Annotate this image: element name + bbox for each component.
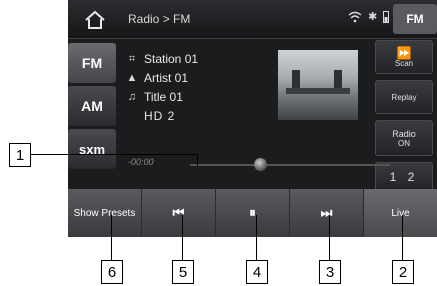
preset-page-button[interactable]: 1 2 bbox=[375, 162, 433, 192]
top-bar: Radio > FM ✱ FM bbox=[68, 0, 437, 39]
bluetooth-icon: ✱ bbox=[368, 11, 378, 23]
callout-3: 3 bbox=[319, 260, 341, 284]
replay-label: Replay bbox=[391, 92, 417, 102]
replay-slider[interactable]: -00:00 bbox=[128, 155, 390, 175]
source-badge: FM bbox=[393, 4, 437, 34]
live-button[interactable]: Live bbox=[364, 189, 437, 237]
show-presets-button[interactable]: Show Presets bbox=[68, 189, 142, 237]
callout-1-line-vertical bbox=[197, 154, 198, 166]
callout-3-line bbox=[329, 215, 330, 260]
callout-4: 4 bbox=[246, 260, 268, 284]
callout-6: 6 bbox=[101, 260, 123, 284]
scan-label: Scan bbox=[394, 58, 414, 68]
scan-button[interactable]: ⏩ Scan bbox=[375, 40, 433, 74]
home-button[interactable] bbox=[74, 6, 116, 34]
breadcrumb: Radio > FM bbox=[128, 12, 191, 26]
callout-2: 2 bbox=[392, 260, 414, 284]
track-title: Title 01 bbox=[144, 90, 183, 104]
source-tabs: FM AM sxm bbox=[68, 40, 118, 172]
preset-page-numbers: 1 2 bbox=[389, 170, 419, 184]
home-icon bbox=[85, 10, 105, 29]
elapsed-time: -00:00 bbox=[128, 157, 154, 167]
phone-battery-icon bbox=[383, 10, 390, 23]
hd-radio-label: Radio bbox=[392, 128, 416, 139]
artist-icon: ▲ bbox=[126, 72, 138, 84]
slider-thumb[interactable] bbox=[254, 158, 267, 171]
callout-2-line bbox=[402, 215, 403, 260]
callout-5: 5 bbox=[172, 260, 194, 284]
station-icon: ⌗ bbox=[128, 53, 136, 65]
callout-4-line bbox=[256, 215, 257, 260]
replay-button[interactable]: Replay bbox=[375, 80, 433, 114]
fast-forward-icon: ⏩ bbox=[396, 45, 412, 60]
previous-button[interactable]: ⏮ bbox=[142, 189, 216, 237]
slider-track bbox=[190, 164, 390, 166]
skip-forward-icon: ⏭ bbox=[320, 205, 333, 220]
now-playing-info: ⌗ Station 01 ▲ Artist 01 ♫ Title 01 HD 2 bbox=[126, 50, 199, 126]
callout-1: 1 bbox=[9, 143, 31, 167]
music-note-icon: ♫ bbox=[127, 91, 137, 103]
callout-5-line bbox=[182, 215, 183, 260]
pause-button[interactable]: ⏸ bbox=[216, 189, 290, 237]
bottom-control-bar: Show Presets ⏮ ⏸ ⏭ Live bbox=[68, 189, 437, 237]
right-button-column: ⏩ Scan Replay Radio ON 1 2 bbox=[375, 40, 435, 198]
tab-am[interactable]: AM bbox=[68, 86, 116, 126]
hd-radio-button[interactable]: Radio ON bbox=[375, 120, 433, 156]
tab-sxm[interactable]: sxm bbox=[68, 129, 116, 169]
pause-icon: ⏸ bbox=[249, 205, 256, 220]
callout-6-line bbox=[111, 215, 112, 260]
hd-channel: HD 2 bbox=[144, 109, 176, 123]
artist-name: Artist 01 bbox=[144, 71, 189, 85]
next-button[interactable]: ⏭ bbox=[290, 189, 364, 237]
hd-radio-state: ON bbox=[398, 138, 410, 148]
album-art bbox=[278, 50, 358, 120]
station-name: Station 01 bbox=[144, 52, 199, 66]
tab-fm[interactable]: FM bbox=[68, 43, 116, 83]
head-unit-screen: Radio > FM ✱ FM FM AM sxm ⌗ Station 01 ▲… bbox=[68, 0, 437, 237]
wifi-icon bbox=[348, 11, 362, 22]
callout-1-line bbox=[30, 154, 198, 155]
